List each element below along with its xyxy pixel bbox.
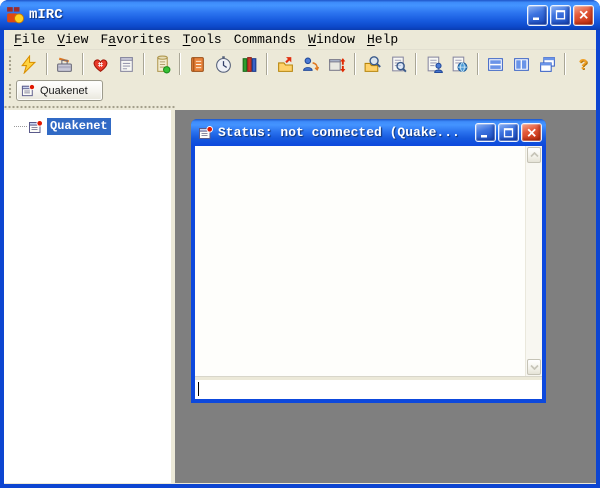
minimize-icon — [480, 134, 487, 137]
scroll-down-button[interactable] — [527, 359, 541, 375]
tile-vertical-button[interactable] — [509, 52, 535, 76]
folder-arrow-icon — [277, 56, 293, 72]
tree-item-quakenet[interactable]: Quakenet — [14, 118, 171, 135]
lightning-icon — [21, 54, 37, 74]
status-close-button[interactable] — [521, 123, 542, 142]
send-file-button[interactable] — [272, 52, 298, 76]
vertical-scrollbar — [525, 146, 542, 376]
scroll-icon — [156, 55, 170, 73]
menu-tools[interactable]: Tools — [177, 30, 228, 50]
page-globe-icon — [453, 56, 468, 72]
cascade-button[interactable] — [534, 52, 560, 76]
status-window-title: Status: not connected (Quake... — [218, 125, 460, 140]
menu-file[interactable]: File — [8, 30, 51, 50]
address-book-button[interactable] — [185, 52, 211, 76]
switchbar-grip[interactable] — [8, 82, 12, 99]
status-window-icon — [21, 83, 36, 97]
window-transfer-icon — [329, 57, 346, 72]
user-arrow-icon — [303, 57, 320, 71]
help-icon: ? — [578, 55, 588, 73]
find-text-button[interactable] — [385, 52, 411, 76]
status-window-titlebar[interactable]: Status: not connected (Quake... — [191, 119, 546, 146]
options-button[interactable] — [52, 52, 78, 76]
mirc-app-icon — [6, 6, 24, 24]
address-book-icon — [191, 56, 205, 72]
close-icon — [527, 128, 536, 137]
toolbar-separator — [143, 53, 146, 75]
favorites-button[interactable] — [88, 52, 114, 76]
script-editor-button[interactable] — [149, 52, 175, 76]
toolbar-separator — [564, 53, 567, 75]
status-window-icon — [29, 119, 43, 133]
rebar-edge — [4, 103, 596, 110]
help-books-button[interactable] — [236, 52, 262, 76]
status-window-icon — [199, 125, 213, 139]
menu-favorites[interactable]: Favorites — [94, 30, 176, 50]
toolbar-separator — [45, 53, 48, 75]
scroll-up-button[interactable] — [527, 147, 541, 163]
tile-vertical-icon — [514, 57, 529, 71]
mdi-background: Status: not connected (Quake... — [175, 110, 596, 483]
status-message-area[interactable] — [195, 146, 525, 376]
timer-button[interactable] — [211, 52, 237, 76]
minimize-icon — [532, 17, 539, 20]
status-window: Status: not connected (Quake... — [191, 119, 546, 403]
toolbar-separator — [266, 53, 269, 75]
main-area: Quakenet Status: not connected (Quake... — [4, 110, 596, 484]
switchbar: Quakenet — [4, 78, 596, 103]
dcc-button[interactable] — [324, 52, 350, 76]
channels-list-button[interactable] — [113, 52, 139, 76]
message-input[interactable] — [195, 380, 542, 399]
chevron-up-icon — [529, 152, 539, 158]
heart-icon — [93, 58, 108, 72]
switch-user-button[interactable] — [298, 52, 324, 76]
search-page-icon — [391, 56, 407, 72]
close-icon — [579, 10, 588, 19]
scrollbar-track[interactable] — [526, 164, 542, 358]
tree-item-label: Quakenet — [47, 118, 111, 135]
minimize-button[interactable] — [527, 4, 548, 26]
menu-bar: File View Favorites Tools Commands Windo… — [4, 30, 596, 50]
toolbar: ? — [4, 50, 596, 78]
page-user-icon — [427, 56, 443, 73]
list-icon — [119, 56, 133, 72]
mirc-window: mIRC File View Favorites Tools Commands … — [0, 0, 600, 488]
cascade-icon — [539, 56, 555, 72]
chevron-down-icon — [529, 364, 539, 370]
search-folder-icon — [364, 55, 381, 72]
find-folder-button[interactable] — [360, 52, 386, 76]
connect-button[interactable] — [16, 52, 42, 76]
window-title: mIRC — [29, 7, 63, 23]
close-button[interactable] — [573, 4, 594, 26]
text-caret — [198, 382, 199, 396]
help-button[interactable]: ? — [570, 52, 596, 76]
tile-horizontal-button[interactable] — [483, 52, 509, 76]
tree-branch-line — [14, 126, 27, 127]
clock-icon — [216, 55, 231, 73]
tile-horizontal-icon — [488, 57, 504, 71]
switchbar-button-quakenet[interactable]: Quakenet — [16, 80, 103, 101]
menu-help[interactable]: Help — [361, 30, 404, 50]
status-window-body — [195, 146, 542, 399]
books-icon — [242, 56, 257, 72]
maximize-button[interactable] — [550, 4, 571, 26]
status-maximize-button[interactable] — [498, 123, 519, 142]
toolbar-separator — [178, 53, 181, 75]
menu-view[interactable]: View — [51, 30, 94, 50]
toolbar-separator — [81, 53, 84, 75]
toolbar-separator — [353, 53, 356, 75]
toolbar-separator — [415, 53, 418, 75]
notify-list-button[interactable] — [421, 52, 447, 76]
toolbox-icon — [57, 57, 73, 72]
menu-window[interactable]: Window — [302, 30, 361, 50]
switchbar-button-label: Quakenet — [40, 84, 88, 97]
window-tree-panel: Quakenet — [4, 110, 171, 483]
url-list-button[interactable] — [447, 52, 473, 76]
toolbar-grip[interactable] — [8, 55, 12, 73]
window-titlebar[interactable]: mIRC — [0, 0, 600, 30]
menu-commands[interactable]: Commands — [228, 30, 302, 50]
toolbar-separator — [476, 53, 479, 75]
status-minimize-button[interactable] — [475, 123, 496, 142]
